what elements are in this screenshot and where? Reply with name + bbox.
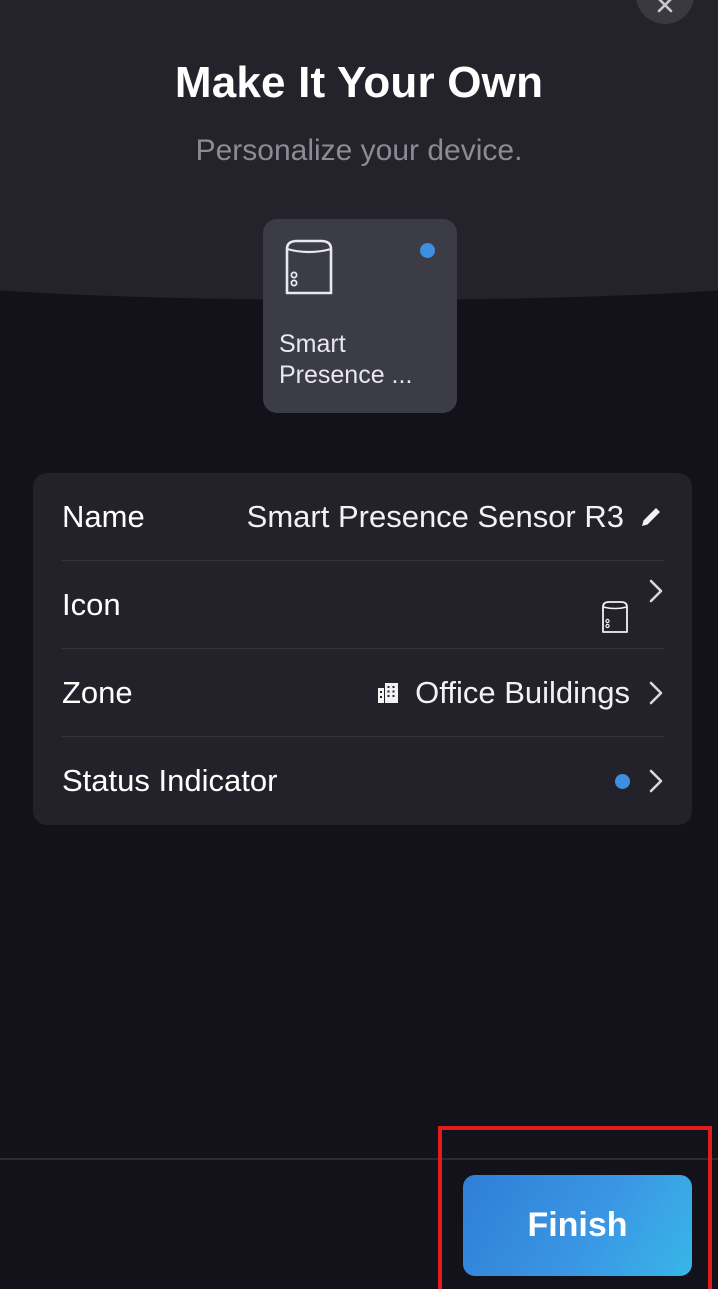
- chevron-right-icon: [649, 769, 663, 793]
- icon-row[interactable]: Icon: [62, 561, 664, 649]
- pencil-icon[interactable]: [638, 504, 664, 530]
- zone-value-group: Office Buildings: [377, 675, 664, 711]
- status-indicator-dot: [615, 773, 630, 789]
- highlight-box: [438, 1126, 712, 1289]
- personalize-device-screen: Make It Your Own Personalize your device…: [0, 0, 718, 1289]
- settings-card: Name Smart Presence Sensor R3 Icon Zone …: [33, 473, 692, 825]
- chevron-right-icon: [649, 681, 663, 705]
- zone-label: Zone: [62, 675, 133, 710]
- status-indicator-dot: [420, 243, 435, 258]
- sensor-device-icon: [285, 239, 333, 295]
- page-subtitle: Personalize your device.: [195, 134, 523, 167]
- name-row[interactable]: Name Smart Presence Sensor R3: [62, 473, 664, 561]
- device-card-name: Smart Presence ...: [279, 330, 413, 389]
- zone-row[interactable]: Zone Office Buildings: [62, 649, 664, 737]
- status-indicator-label: Status Indicator: [62, 763, 278, 798]
- name-value: Smart Presence Sensor R3: [246, 499, 624, 534]
- status-indicator-row[interactable]: Status Indicator: [62, 737, 664, 825]
- sensor-device-icon: [602, 601, 628, 633]
- icon-value-group: [600, 579, 664, 633]
- building-icon: [378, 683, 399, 703]
- name-label: Name: [62, 499, 145, 534]
- chevron-right-icon: [649, 579, 663, 603]
- status-indicator-value-group: [615, 768, 664, 794]
- page-title: Make It Your Own: [174, 58, 544, 107]
- name-value-group: Smart Presence Sensor R3: [247, 499, 664, 535]
- device-preview-card: Smart Presence ...: [263, 219, 457, 413]
- close-icon: [657, 0, 673, 13]
- icon-label: Icon: [62, 587, 121, 622]
- zone-value: Office Buildings: [415, 675, 630, 710]
